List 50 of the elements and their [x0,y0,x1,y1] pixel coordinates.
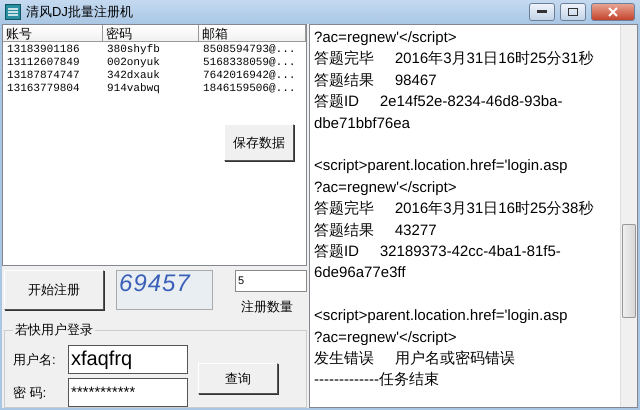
captcha-image: 69457 [116,270,213,310]
minimize-button[interactable] [529,3,555,21]
table-cell-text: 13163779804 [6,83,81,96]
table-cell-text: 5168338059@... [202,57,296,70]
column-header[interactable]: 邮箱 [199,25,306,42]
log-line: ?ac=regnew'</script> [314,178,458,198]
log-line: dbe71bbf76ea [314,114,411,134]
maximize-icon [568,8,578,16]
log-line: -------------任务结束 [314,370,440,390]
log-line: 答题结果 98467 [314,70,438,91]
close-icon [608,7,618,17]
maximize-button[interactable] [560,3,586,21]
minimize-icon [537,10,547,14]
log-line: 答题结果 43277 [314,220,438,241]
table-cell-text: 13187874747 [6,70,81,83]
table-cell-text: 342dxauk [106,70,161,83]
log-line: 答题ID 2e14f52e-8234-46d8-93ba- [314,92,564,112]
log-line: 答题完毕 2016年3月31日16时25分38秒 [314,199,594,220]
column-header[interactable]: 密码 [103,25,199,42]
table-cell-text: 8508594793@... [202,44,296,57]
count-label: 注册数量 [241,298,293,316]
username-label: 用户名: [13,350,57,368]
password-field[interactable]: *********** [68,378,188,407]
window-title: 清风DJ批量注册机 [26,3,134,21]
table-cell-text: 7642016942@... [202,70,296,83]
password-label: 密 码: [13,384,48,402]
table-cell-text: 914vabwq [106,83,161,96]
log-line: <script>parent.location.href='login.asp [314,306,568,326]
column-header[interactable]: 账号 [3,25,103,42]
log-line: 答题完毕 2016年3月31日16时25分31秒 [314,49,594,70]
table-cell-text: 13183901186 [6,44,81,57]
save-button[interactable]: 保存数据 [224,124,294,161]
log-line: 6de96a77e3ff [314,263,406,284]
table-cell-text: 380shyfb [106,44,161,57]
username-field[interactable]: xfaqfrq [68,345,188,374]
log-line: 发生错误 用户名或密码错误 [314,349,516,370]
table-cell-text: 1846159506@... [202,83,296,96]
table-cell-text: 13112607849 [6,57,81,70]
log-line: <script>parent.location.href='login.asp [314,156,568,176]
scrollbar[interactable] [620,25,637,407]
table-cell-text: 002onyuk [106,57,161,70]
log-line: ?ac=regnew'</script> [314,28,458,48]
group-title: 若快用户登录 [14,321,94,339]
app-icon [5,4,21,20]
count-field[interactable]: 5 [235,270,307,292]
close-button[interactable] [591,3,635,21]
start-button[interactable]: 开始注册 [4,270,104,310]
query-button[interactable]: 查询 [198,363,278,394]
log-line: 答题ID 32189373-42cc-4ba1-81f5- [314,242,562,262]
log-line: ?ac=regnew'</script> [314,328,458,348]
